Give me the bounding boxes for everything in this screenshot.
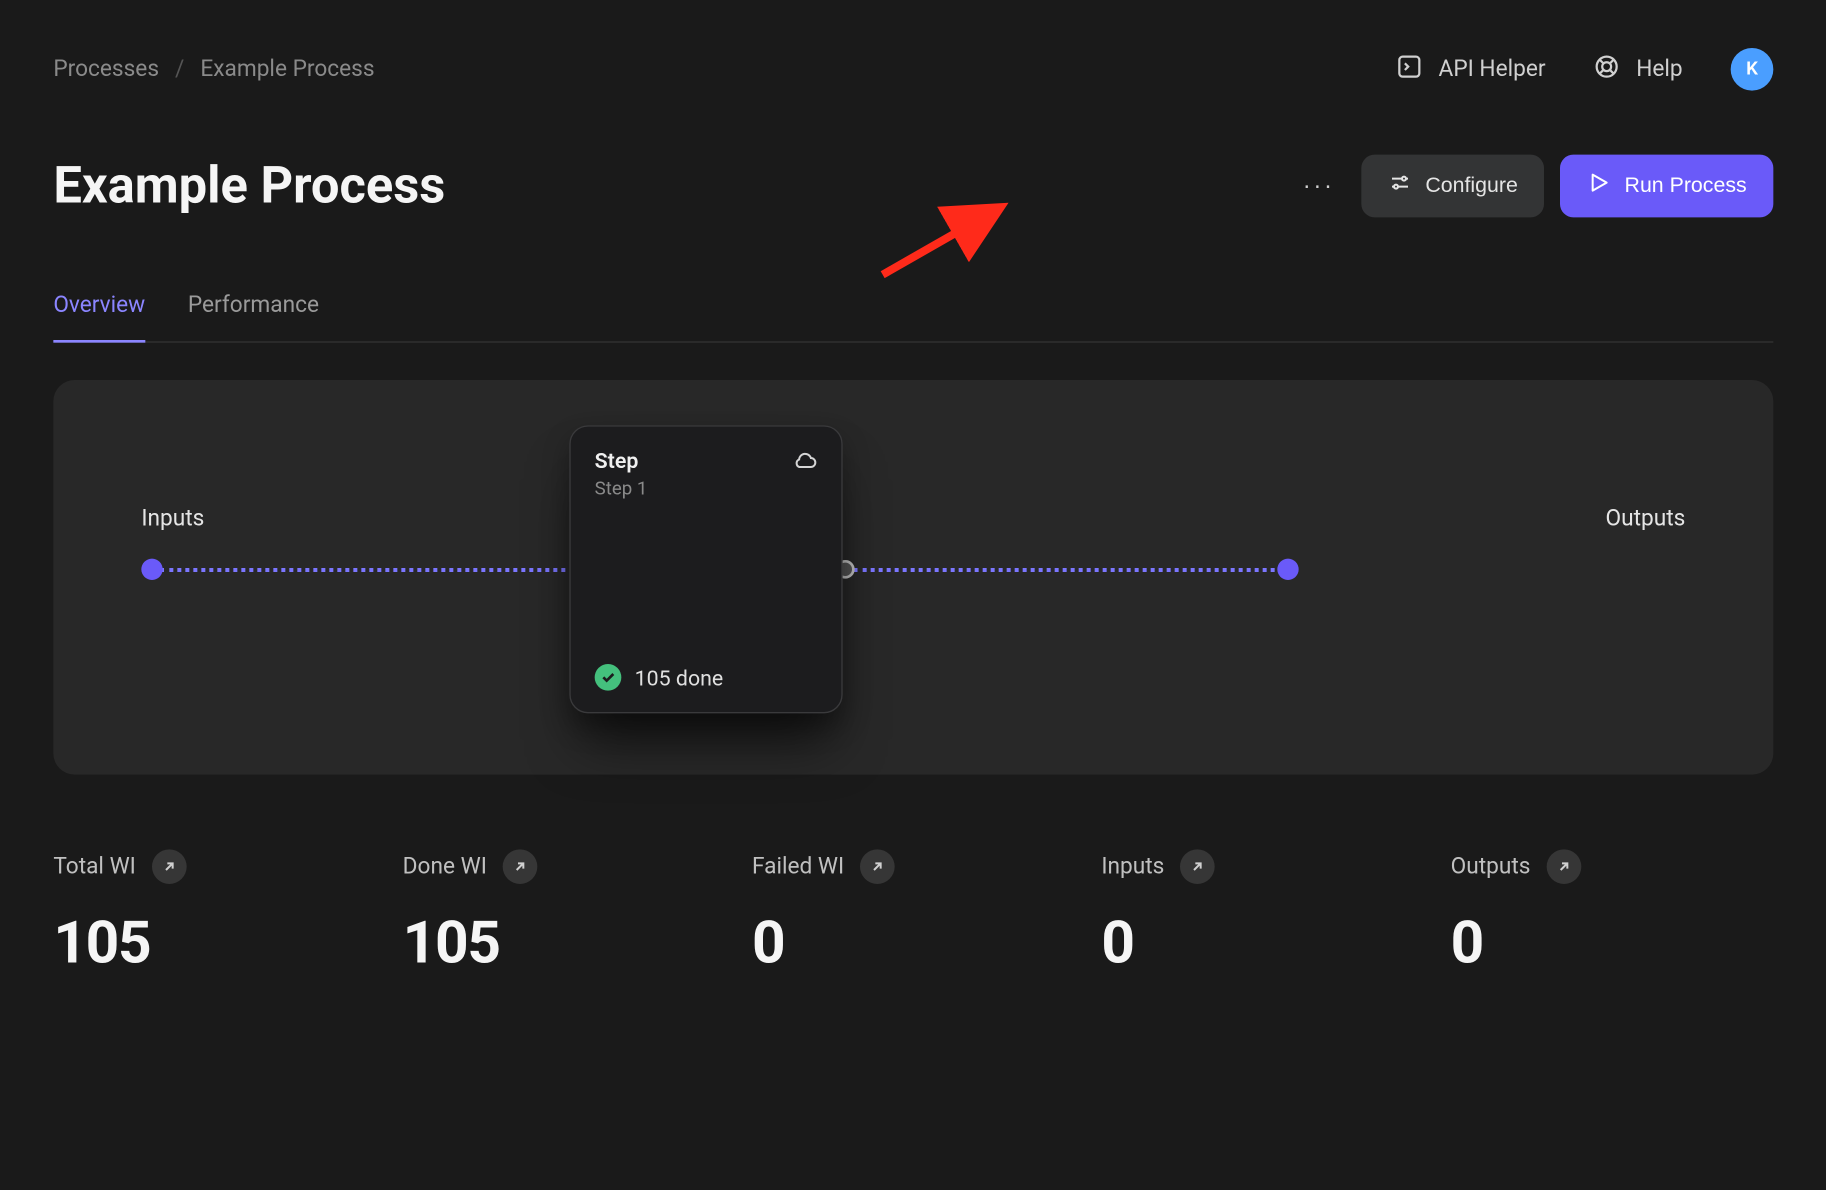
stat-total-wi: Total WI 105 [53,849,376,977]
step-name: Step 1 [595,479,648,500]
stat-label: Inputs [1101,853,1164,880]
inputs-label: Inputs [141,505,204,532]
help-link[interactable]: Help [1594,53,1683,86]
breadcrumb-current[interactable]: Example Process [200,56,374,83]
stat-label: Outputs [1451,853,1531,880]
annotation-arrow-icon [877,200,1010,280]
top-right: API Helper Help K [1396,48,1773,91]
stat-value: 0 [752,908,1075,977]
play-icon [1587,171,1611,202]
stat-inputs: Inputs 0 [1101,849,1424,977]
step-done-text: 105 done [635,665,724,690]
api-helper-link[interactable]: API Helper [1396,53,1546,86]
tabs: Overview Performance [53,292,1773,343]
stat-link-button[interactable] [503,849,538,884]
tab-overview[interactable]: Overview [53,292,145,343]
arrow-up-right-icon [512,854,528,879]
stat-value: 0 [1101,908,1424,977]
step-type: Step [595,448,648,473]
stat-link-button[interactable] [1180,849,1215,884]
check-circle-icon [595,664,622,691]
title-row: Example Process ··· Configure [53,155,1773,218]
cloud-icon [793,448,817,477]
run-process-label: Run Process [1625,174,1747,198]
step-card-header: Step Step 1 [595,448,818,500]
help-label: Help [1636,56,1682,83]
stat-label: Failed WI [752,853,844,880]
flow-canvas[interactable]: Inputs Outputs Step Step 1 [53,380,1773,775]
step-footer: 105 done [595,664,818,691]
breadcrumb-root[interactable]: Processes [53,56,159,83]
step-titles: Step Step 1 [595,448,648,500]
tab-performance[interactable]: Performance [188,292,319,343]
stat-done-wi: Done WI 105 [403,849,726,977]
terminal-icon [1396,53,1423,86]
outputs-node[interactable] [1277,559,1298,580]
arrow-up-right-icon [870,854,886,879]
step-card[interactable]: Step Step 1 105 done [569,425,842,713]
outputs-label: Outputs [1605,505,1685,532]
breadcrumb: Processes / Example Process [53,56,374,83]
avatar[interactable]: K [1731,48,1774,91]
configure-button[interactable]: Configure [1361,155,1544,218]
lifebuoy-icon [1594,53,1621,86]
stat-failed-wi: Failed WI 0 [752,849,1075,977]
configure-label: Configure [1425,174,1517,198]
sliders-icon [1388,171,1412,202]
run-process-button[interactable]: Run Process [1561,155,1774,218]
breadcrumb-separator: / [175,56,184,83]
arrow-up-right-icon [1556,854,1572,879]
title-actions: ··· Configure Run Proces [1292,155,1773,218]
dots-horizontal-icon: ··· [1303,172,1335,199]
stat-outputs: Outputs 0 [1451,849,1774,977]
inputs-node[interactable] [141,559,162,580]
flow-edge-right [853,568,1274,572]
flow-edge-left [160,568,575,572]
stat-link-button[interactable] [1547,849,1582,884]
arrow-up-right-icon [161,854,177,879]
top-bar: Processes / Example Process API Helper [53,48,1773,91]
stat-value: 105 [403,908,726,977]
stats-row: Total WI 105 Done WI 105 [53,849,1773,977]
stat-link-button[interactable] [860,849,895,884]
more-menu-button[interactable]: ··· [1292,161,1345,210]
stat-label: Total WI [53,853,136,880]
page-title: Example Process [53,157,445,216]
stat-value: 0 [1451,908,1774,977]
arrow-up-right-icon [1190,854,1206,879]
stat-value: 105 [53,908,376,977]
stat-label: Done WI [403,853,487,880]
api-helper-label: API Helper [1439,56,1546,83]
stat-link-button[interactable] [152,849,187,884]
